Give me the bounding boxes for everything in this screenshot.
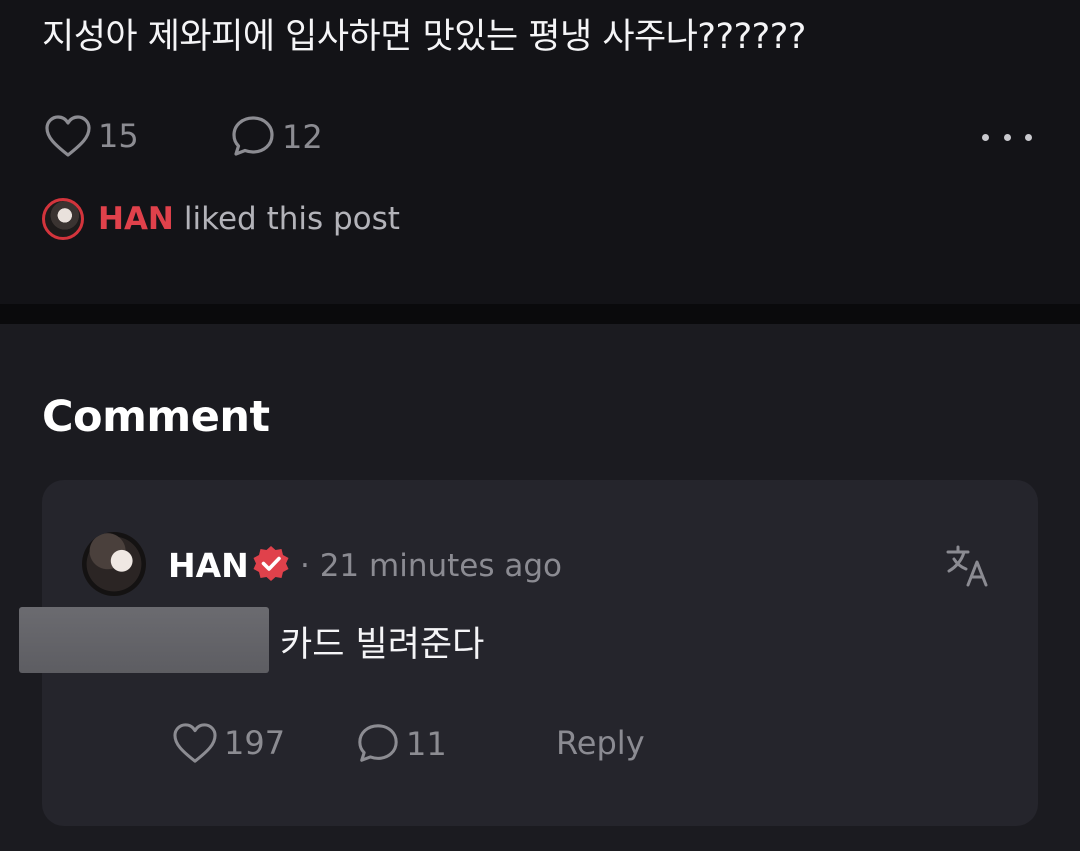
comment-section: Comment HAN · 21 minutes ago 카드 빌려준다 197… — [0, 324, 1080, 851]
comment-replies-count: 11 — [406, 725, 447, 763]
comment-bubble-icon — [232, 116, 274, 156]
comment-time: · 21 minutes ago — [300, 548, 562, 584]
post-like-button[interactable]: 15 — [44, 114, 139, 158]
heart-icon — [45, 115, 91, 157]
more-dots-icon[interactable] — [982, 126, 1032, 148]
heart-icon — [173, 723, 217, 763]
comment-like-button[interactable]: 197 — [172, 722, 285, 764]
translate-icon[interactable] — [944, 542, 992, 590]
avatar[interactable] — [82, 532, 146, 596]
liked-by-text: liked this post — [183, 201, 400, 237]
comment-like-count: 197 — [224, 724, 286, 762]
section-divider — [0, 304, 1080, 324]
reply-button[interactable]: Reply — [556, 724, 645, 762]
liked-by-user[interactable]: HAN — [98, 201, 174, 237]
comment-replies-button[interactable]: 11 — [356, 722, 447, 766]
comment-author[interactable]: HAN — [168, 546, 249, 585]
liked-by-row: HAN liked this post — [42, 198, 400, 240]
post: 지성아 제와피에 입사하면 맛있는 평냉 사주나?????? 15 12 HAN… — [0, 0, 1080, 304]
post-comment-button[interactable]: 12 — [230, 114, 323, 160]
avatar[interactable] — [42, 198, 84, 240]
comment-bubble-icon — [358, 724, 398, 762]
post-text: 지성아 제와피에 입사하면 맛있는 평냉 사주나?????? — [42, 17, 806, 57]
verified-badge-icon — [253, 546, 289, 581]
comment-heading: Comment — [42, 392, 270, 442]
redaction-block — [19, 607, 269, 673]
post-comment-count: 12 — [282, 118, 323, 156]
post-like-count: 15 — [98, 117, 139, 155]
comment-body: 카드 빌려준다 — [280, 625, 485, 665]
